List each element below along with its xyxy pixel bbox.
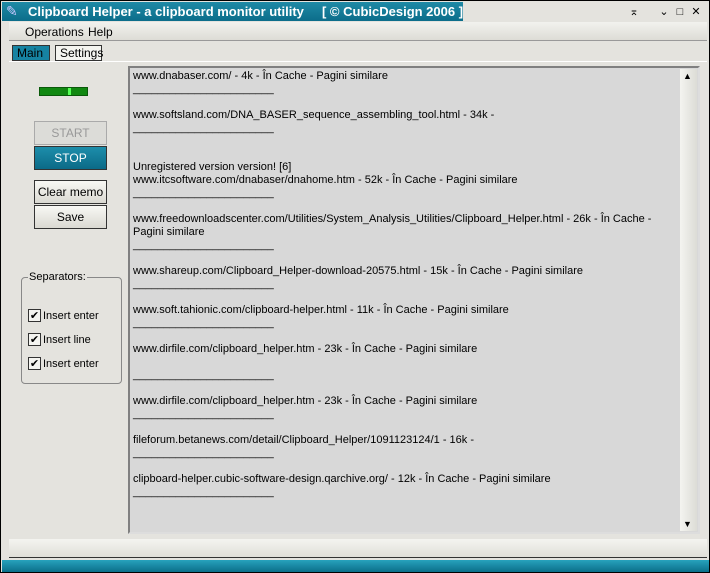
memo-line — [133, 382, 677, 395]
checkbox-label: Insert line — [43, 334, 91, 346]
close-icon[interactable]: ✕ — [689, 5, 703, 19]
memo-line: www.freedownloadscenter.com/Utilities/Sy… — [133, 213, 655, 238]
memo-line: www.itcsoftware.com/dnabaser/dnahome.htm… — [133, 174, 518, 186]
memo-line — [133, 330, 677, 343]
check-icon: ✔ — [28, 333, 41, 346]
memo-line — [133, 421, 677, 434]
memo-line — [133, 356, 677, 369]
app-window: Clipboard Helper - a clipboard monitor u… — [0, 0, 710, 573]
maximize-icon[interactable]: □ — [673, 5, 687, 19]
memo-line: Unregistered version version! [6] — [133, 161, 292, 173]
check-icon: ✔ — [28, 357, 41, 370]
menu-bar: Operations Help — [9, 22, 707, 41]
vertical-scrollbar[interactable]: ▲ ▼ — [680, 69, 697, 531]
memo-line: clipboard-helper.cubic-software-design.q… — [133, 473, 551, 485]
check-icon: ✔ — [28, 309, 41, 322]
memo-line: _______________________ — [133, 122, 274, 134]
save-button[interactable]: Save — [34, 205, 107, 229]
memo-line: _______________________ — [133, 187, 274, 199]
separators-group: Separators: ✔ Insert enter ✔ Insert line ✔… — [21, 271, 122, 384]
insert-enter-2-checkbox[interactable]: ✔ Insert enter — [28, 357, 99, 371]
memo-line: www.softsland.com/DNA_BASER_sequence_ass… — [133, 109, 495, 121]
memo-line: _______________________ — [133, 317, 274, 329]
insert-line-checkbox[interactable]: ✔ Insert line — [28, 333, 91, 347]
memo-line: www.soft.tahionic.com/clipboard-helper.h… — [133, 304, 509, 316]
menu-help[interactable]: Help — [88, 25, 113, 39]
checkbox-label: Insert enter — [43, 310, 99, 322]
memo-line: _______________________ — [133, 486, 274, 498]
separators-label: Separators: — [28, 271, 87, 283]
clear-memo-button[interactable]: Clear memo — [34, 180, 107, 204]
memo-line — [133, 460, 677, 473]
scroll-down-icon[interactable]: ▼ — [683, 519, 692, 529]
start-button[interactable]: START — [34, 121, 107, 145]
roll-up-icon[interactable]: ⌅ — [627, 5, 641, 19]
memo-line: www.dirfile.com/clipboard_helper.htm - 2… — [133, 395, 478, 407]
memo-line: _______________________ — [133, 278, 274, 290]
memo-line: _______________________ — [133, 239, 274, 251]
stop-button[interactable]: STOP — [34, 146, 107, 170]
memo-line: www.shareup.com/Clipboard_Helper-downloa… — [133, 265, 583, 277]
menu-operations[interactable]: Operations — [25, 25, 84, 39]
memo-line — [133, 135, 677, 148]
clipboard-memo[interactable]: www.dnabaser.com/ - 4k - În Cache - Pagi… — [128, 66, 700, 534]
meter-indicator — [68, 88, 71, 95]
memo-line: _______________________ — [133, 447, 274, 459]
minimize-icon[interactable]: ⌄ — [657, 5, 671, 19]
memo-line — [133, 200, 677, 213]
title-bar[interactable]: Clipboard Helper - a clipboard monitor u… — [2, 2, 708, 21]
activity-meter — [39, 87, 88, 96]
memo-line — [133, 96, 677, 109]
insert-enter-checkbox[interactable]: ✔ Insert enter — [28, 309, 99, 323]
app-icon[interactable]: ✎ — [6, 3, 23, 20]
window-title: Clipboard Helper - a clipboard monitor u… — [2, 2, 463, 21]
checkbox-label: Insert enter — [43, 358, 99, 370]
memo-line: fileforum.betanews.com/detail/Clipboard_… — [133, 434, 474, 446]
memo-line: www.dnabaser.com/ - 4k - În Cache - Pagi… — [133, 70, 388, 82]
memo-line — [133, 252, 677, 265]
scroll-up-icon[interactable]: ▲ — [683, 71, 692, 81]
bottom-bar — [2, 560, 709, 572]
tab-settings[interactable]: Settings — [55, 45, 103, 61]
memo-line — [133, 148, 677, 161]
memo-line: _______________________ — [133, 369, 274, 381]
memo-line: _______________________ — [133, 408, 274, 420]
memo-text: www.dnabaser.com/ - 4k - În Cache - Pagi… — [133, 70, 677, 499]
memo-line: _______________________ — [133, 83, 274, 95]
memo-line — [133, 291, 677, 304]
memo-line: www.dirfile.com/clipboard_helper.htm - 2… — [133, 343, 478, 355]
tab-main[interactable]: Main — [12, 45, 50, 61]
status-bar — [9, 539, 707, 558]
